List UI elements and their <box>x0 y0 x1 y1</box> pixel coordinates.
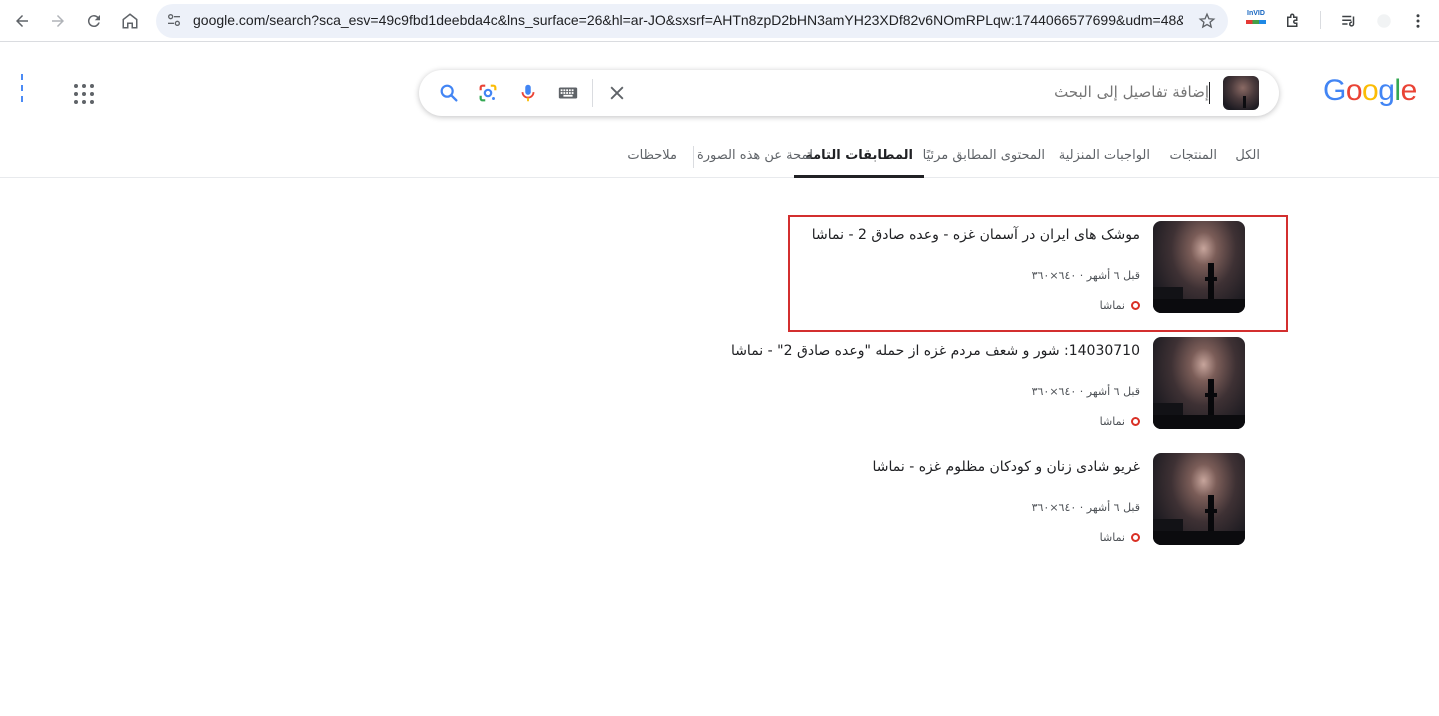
address-bar[interactable]: google.com/search?sca_esv=49c9fbd1deebda… <box>156 4 1228 38</box>
tab-about-this-image[interactable]: لمحة عن هذه الصورة <box>697 148 813 178</box>
back-icon[interactable] <box>10 9 34 33</box>
result-thumbnail[interactable] <box>1153 337 1245 429</box>
highlight-box <box>788 215 1288 332</box>
toolbar-divider <box>1320 11 1321 29</box>
browser-toolbar: google.com/search?sca_esv=49c9fbd1deebda… <box>0 0 1439 42</box>
search-icon[interactable] <box>437 81 461 105</box>
result-meta: قبل ٦ أشهر · ٦٤٠×٣٦٠ <box>1031 501 1140 514</box>
site-settings-icon[interactable] <box>166 12 182 32</box>
reload-icon[interactable] <box>82 9 106 33</box>
text-caret <box>1209 82 1210 104</box>
favicon-icon <box>1131 417 1140 426</box>
result-title[interactable]: غریو شادی زنان و کودکان مظلوم غزه - نماش… <box>873 459 1140 475</box>
logo-letter: o <box>1345 74 1363 107</box>
url-text[interactable]: google.com/search?sca_esv=49c9fbd1deebda… <box>193 12 1183 28</box>
google-lens-icon[interactable] <box>476 81 500 105</box>
search-tabs: الكل المنتجات الواجبات المنزلية المحتوى … <box>0 136 1439 178</box>
result-item[interactable]: غریو شادی زنان و کودکان مظلوم غزه - نماش… <box>740 453 1245 545</box>
tab-products[interactable]: المنتجات <box>1169 148 1217 178</box>
result-thumbnail[interactable] <box>1153 453 1245 545</box>
google-logo[interactable]: Google <box>1323 74 1417 108</box>
favicon-icon <box>1131 533 1140 542</box>
logo-letter: g <box>1378 74 1395 107</box>
keyboard-icon[interactable] <box>556 81 580 105</box>
media-control-icon[interactable] <box>1337 9 1361 33</box>
google-apps-icon[interactable] <box>74 84 94 104</box>
result-source-name: نماشا <box>1099 531 1125 544</box>
result-source[interactable]: نماشا <box>1100 531 1140 544</box>
extensions-puzzle-icon[interactable] <box>1281 9 1305 33</box>
microphone-icon[interactable] <box>516 81 540 105</box>
tab-all[interactable]: الكل <box>1235 148 1260 178</box>
query-image-thumbnail[interactable] <box>1223 76 1259 110</box>
result-item[interactable]: 14030710: شور و شعف مردم غزه از حمله "وع… <box>731 337 1245 429</box>
invid-label: InVID <box>1247 10 1265 17</box>
result-title[interactable]: 14030710: شور و شعف مردم غزه از حمله "وع… <box>731 343 1140 359</box>
result-source-name: نماشا <box>1099 415 1125 428</box>
invid-extension-icon[interactable]: InVID <box>1246 10 1266 30</box>
result-source[interactable]: نماشا <box>1100 415 1140 428</box>
bookmark-star-icon[interactable] <box>1198 12 1216 34</box>
tab-visual-matches[interactable]: المحتوى المطابق مرئيًا <box>923 148 1045 178</box>
logo-letter: o <box>1362 74 1379 107</box>
tab-exact-matches[interactable]: المطابقات التامة <box>794 148 924 178</box>
profile-icon[interactable] <box>1372 9 1396 33</box>
logo-letter: G <box>1323 74 1346 107</box>
search-input[interactable] <box>809 83 1209 101</box>
result-meta: قبل ٦ أشهر · ٦٤٠×٣٦٠ <box>1031 385 1140 398</box>
browser-menu-icon[interactable] <box>1406 9 1430 33</box>
clear-icon[interactable] <box>605 81 629 105</box>
logo-letter: e <box>1400 74 1418 107</box>
search-divider <box>592 79 593 107</box>
home-icon[interactable] <box>118 9 142 33</box>
tab-feedback[interactable]: ملاحظات <box>627 148 677 178</box>
forward-icon[interactable] <box>46 9 70 33</box>
search-box[interactable] <box>419 70 1279 116</box>
tab-homework[interactable]: الواجبات المنزلية <box>1059 148 1150 178</box>
tabs-divider <box>693 146 694 168</box>
page-edge-marker <box>21 74 23 102</box>
